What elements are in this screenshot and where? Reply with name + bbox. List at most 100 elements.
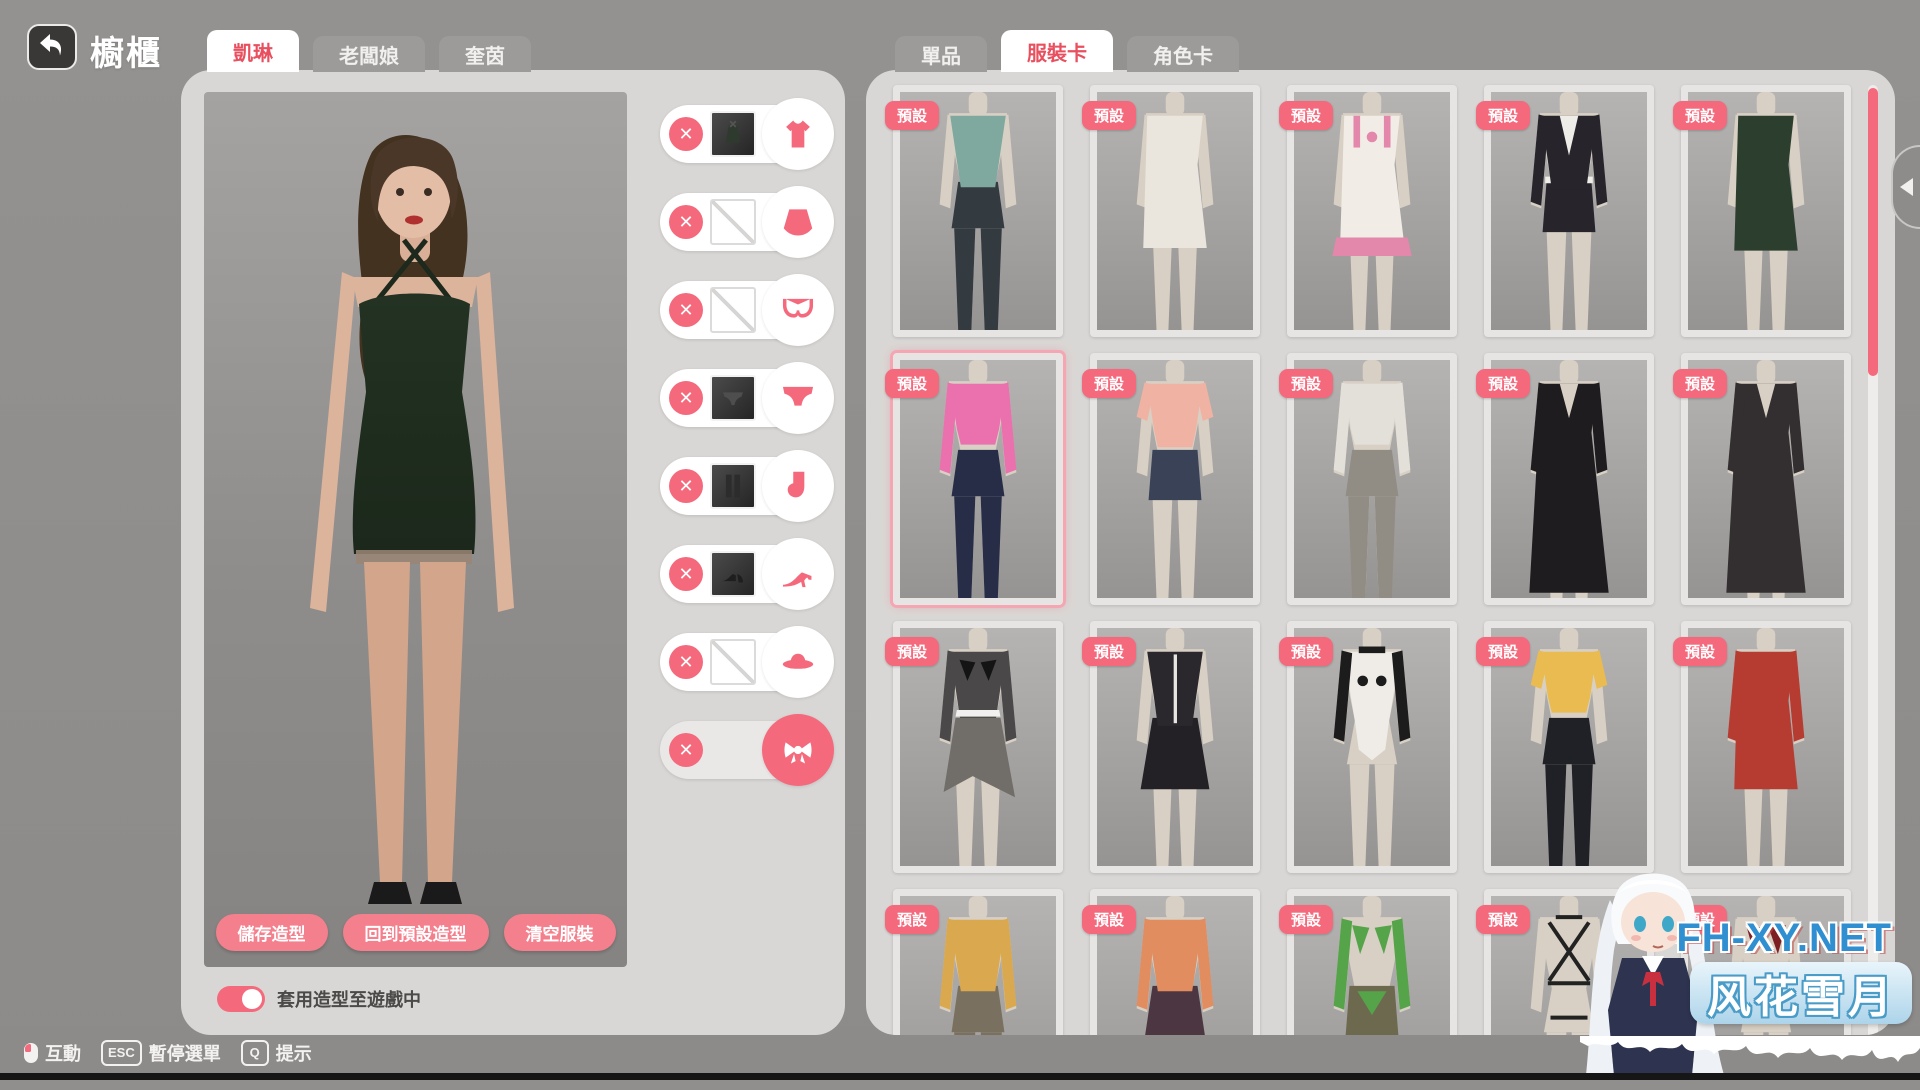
tab-character-老闆娘[interactable]: 老闆娘 [313,36,425,72]
preset-badge: 預設 [1673,101,1728,130]
slot-thumbnail-empty[interactable] [710,199,756,245]
outfit-card[interactable]: 預設 [1082,85,1260,337]
preview-actions: 儲存造型 回到預設造型 清空服裝 [204,914,627,951]
character-preview: 儲存造型 回到預設造型 清空服裝 [204,92,627,967]
skirt-icon[interactable] [762,186,834,258]
outfit-card[interactable]: 預設 [1279,353,1457,605]
remove-item-button[interactable]: ✕ [669,557,703,591]
stockings-icon[interactable] [762,450,834,522]
preset-badge: 預設 [1673,369,1728,398]
hint-label: 互動 [45,1044,81,1064]
hotkey-bar: 互動 ESC 暫停選單 Q 提示 [24,1040,312,1066]
hotkey-hint-暫停選單: ESC 暫停選單 [101,1040,221,1066]
preset-badge: 預設 [1476,905,1531,934]
outfit-card-panel: 預設 預設 預設 預設 預設 預設 預設 預設 預設 預設 預設 預設 預設 預… [866,70,1895,1035]
outfit-card[interactable]: 預設 [1279,85,1457,337]
outfit-card[interactable]: 預設 [885,353,1063,605]
character-tabs: 凱琳 老闆娘 奎茵 [207,30,531,72]
outfit-card[interactable]: 預設 [885,85,1063,337]
preset-badge: 預設 [1476,369,1531,398]
keycap-Q: Q [240,1040,269,1066]
preset-badge: 預設 [1082,637,1137,666]
bottom-strip [0,1073,1920,1080]
remove-item-button[interactable]: ✕ [669,117,703,151]
preset-badge: 預設 [1476,637,1531,666]
preset-badge: 預設 [1279,637,1334,666]
apply-toggle[interactable] [217,986,265,1012]
outfit-grid: 預設 預設 預設 預設 預設 預設 預設 預設 預設 預設 預設 預設 預設 預… [885,85,1851,1035]
back-button[interactable] [27,24,77,70]
tab-category-服裝卡[interactable]: 服裝卡 [1001,30,1113,72]
preset-badge: 預設 [1476,101,1531,130]
remove-item-button[interactable]: ✕ [669,293,703,327]
tab-character-奎茵[interactable]: 奎茵 [439,36,531,72]
hat-icon[interactable] [762,626,834,698]
outfit-card[interactable]: 預設 [1082,889,1260,1035]
apply-toggle-label: 套用造型至遊戲中 [277,990,421,1010]
remove-item-button[interactable]: ✕ [669,205,703,239]
preset-badge: 預設 [1082,101,1137,130]
slot-thumbnail-empty[interactable] [710,639,756,685]
outfit-card[interactable]: 預設 [1476,353,1654,605]
clothing-slot-hat: ✕ [660,626,834,698]
panties-icon[interactable] [762,362,834,434]
collapse-panel-tab[interactable] [1891,145,1920,229]
slot-thumbnail-black-heels[interactable] [710,551,756,597]
heels-icon[interactable] [762,538,834,610]
character-render [310,134,514,904]
outfit-card[interactable]: 預設 [885,621,1063,873]
outfit-card[interactable]: 預設 [1082,353,1260,605]
action-button-清空服裝[interactable]: 清空服裝 [503,914,616,951]
remove-item-button[interactable]: ✕ [669,733,703,767]
bra-icon[interactable] [762,274,834,346]
action-button-回到預設造型[interactable]: 回到預設造型 [342,914,489,951]
outfit-card[interactable]: 預設 [1476,889,1654,1035]
wardrobe-screen: 櫥櫃 凱琳 老闆娘 奎茵 單品 服裝卡 角色卡 儲存造型 回到預設造型 清空服裝… [0,0,1920,1080]
category-tabs: 單品 服裝卡 角色卡 [895,30,1239,72]
remove-item-button[interactable]: ✕ [669,381,703,415]
remove-item-button[interactable]: ✕ [669,645,703,679]
preset-badge: 預設 [1279,369,1334,398]
preset-badge: 預設 [1673,905,1728,934]
outfit-card[interactable]: 預設 [1476,621,1654,873]
preset-badge: 預設 [1673,637,1728,666]
clothing-slot-heels: ✕ [660,538,834,610]
tab-category-角色卡[interactable]: 角色卡 [1127,36,1239,72]
tab-category-單品[interactable]: 單品 [895,36,987,72]
outfit-card[interactable]: 預設 [1476,85,1654,337]
slot-thumbnail-dark-stockings[interactable] [710,463,756,509]
hotkey-hint-互動: 互動 [24,1040,81,1066]
slot-thumbnail-empty[interactable] [710,287,756,333]
clothing-slot-stockings: ✕ [660,450,834,522]
tshirt-icon[interactable] [762,98,834,170]
hint-label: 提示 [275,1044,312,1064]
outfit-card[interactable]: 預設 [1673,889,1851,1035]
toggle-knob [242,989,262,1009]
snow-drip-graphic [1580,1036,1920,1062]
outfit-card[interactable]: 預設 [885,889,1063,1035]
outfit-card[interactable]: 預設 [1673,621,1851,873]
slot-thumbnail-dark-lace-panties[interactable] [710,375,756,421]
bow-icon[interactable] [762,714,834,786]
mouse-icon [24,1043,38,1063]
outfit-card[interactable]: 預設 [1673,353,1851,605]
action-button-儲存造型[interactable]: 儲存造型 [215,914,328,951]
remove-item-button[interactable]: ✕ [669,469,703,503]
preset-badge: 預設 [885,637,940,666]
clothing-slot-bra: ✕ [660,274,834,346]
slot-thumbnail-dark-green-top[interactable] [710,111,756,157]
outfit-card[interactable]: 預設 [1279,889,1457,1035]
preset-badge: 預設 [885,905,940,934]
grid-scrollbar-thumb[interactable] [1868,88,1878,376]
outfit-card[interactable]: 預設 [1673,85,1851,337]
tab-character-凱琳[interactable]: 凱琳 [207,30,299,72]
clothing-slot-tshirt: ✕ [660,98,834,170]
grid-scrollbar-track[interactable] [1868,85,1878,1035]
outfit-card[interactable]: 預設 [1082,621,1260,873]
outfit-card[interactable]: 預設 [1279,621,1457,873]
back-arrow-icon [38,32,66,63]
clothing-slot-bow: ✕ [660,714,834,786]
apply-toggle-row: 套用造型至遊戲中 [217,986,421,1012]
clothing-slot-panties: ✕ [660,362,834,434]
preset-badge: 預設 [885,369,940,398]
